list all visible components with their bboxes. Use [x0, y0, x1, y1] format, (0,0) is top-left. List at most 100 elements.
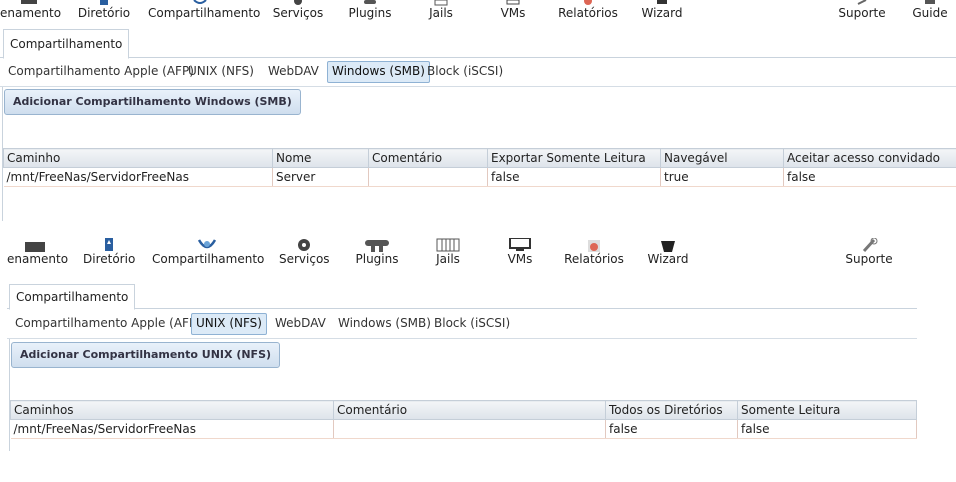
- nav-jails[interactable]: Jails: [424, 0, 458, 24]
- subtab-afp[interactable]: Compartilhamento Apple (AFP): [11, 313, 205, 333]
- nav-label: Diretório: [77, 6, 131, 20]
- subtab-iscsi[interactable]: Block (iSCSI): [430, 313, 514, 333]
- nav-diretorio[interactable]: Diretório: [76, 0, 132, 24]
- column-header[interactable]: Somente Leitura: [737, 400, 917, 420]
- wizard-icon: [646, 238, 690, 252]
- subtab-smb[interactable]: Windows (SMB): [327, 61, 430, 83]
- subtab-afp[interactable]: Compartilhamento Apple (AFP): [4, 61, 198, 81]
- cell-readonly: false: [487, 167, 661, 187]
- column-header[interactable]: Comentário: [368, 148, 488, 168]
- nav-compartilhamento[interactable]: Compartilhamento: [148, 0, 261, 24]
- nav-label: Suporte: [838, 6, 886, 20]
- cell-path: /mnt/FreeNas/ServidorFreeNas: [10, 419, 334, 439]
- add-smb-share-button[interactable]: Adicionar Compartilhamento Windows (SMB): [4, 89, 301, 115]
- subtab-nfs[interactable]: UNIX (NFS): [191, 313, 267, 335]
- services-icon: [279, 238, 329, 252]
- nfs-shares-table: Caminhos Comentário Todos os Diretórios …: [10, 400, 917, 439]
- nav-label: Diretório: [83, 252, 136, 266]
- nav-label: Plugins: [355, 252, 399, 266]
- column-header[interactable]: Comentário: [333, 400, 606, 420]
- support-icon: [843, 238, 895, 252]
- nav-diretorio[interactable]: Diretório: [83, 238, 135, 266]
- nav-guide[interactable]: Guide: [910, 0, 950, 24]
- nav-label: Wizard: [641, 6, 683, 20]
- jails-icon: [431, 238, 465, 252]
- column-header[interactable]: Nome: [272, 148, 369, 168]
- column-header[interactable]: Caminhos: [10, 400, 334, 420]
- nav-label: VMs: [507, 252, 533, 266]
- cell-name: Server: [272, 167, 369, 187]
- nav-suporte[interactable]: Suporte: [843, 238, 895, 266]
- nav-relatorios[interactable]: Relatórios: [558, 0, 618, 24]
- cell-browsable: true: [660, 167, 784, 187]
- cell-path: /mnt/FreeNas/ServidorFreeNas: [3, 167, 273, 187]
- nav-label: Plugins: [348, 6, 392, 20]
- column-header[interactable]: Caminho: [3, 148, 273, 168]
- top-navigation: enamento Diretório Compartilhamento Serv…: [0, 0, 956, 24]
- smb-shares-table: Caminho Nome Comentário Exportar Somente…: [3, 148, 956, 187]
- add-nfs-share-button[interactable]: Adicionar Compartilhamento UNIX (NFS): [11, 342, 281, 368]
- nav-plugins[interactable]: Plugins: [354, 238, 400, 266]
- tab-compartilhamento[interactable]: Compartilhamento: [9, 284, 136, 310]
- table-header-row: Caminho Nome Comentário Exportar Somente…: [3, 148, 956, 168]
- nav-compartilhamento[interactable]: Compartilhamento: [152, 238, 264, 266]
- table-row[interactable]: /mnt/FreeNas/ServidorFreeNas false false: [10, 419, 917, 439]
- subtab-nfs[interactable]: UNIX (NFS): [184, 61, 258, 81]
- cell-comment: [333, 419, 606, 439]
- nav-suporte[interactable]: Suporte: [836, 0, 888, 24]
- cell-all-dirs: false: [605, 419, 738, 439]
- nav-label: Wizard: [647, 252, 689, 266]
- subtab-smb[interactable]: Windows (SMB): [334, 313, 435, 333]
- column-header[interactable]: Aceitar acesso convidado: [783, 148, 956, 168]
- sharing-icon: [152, 238, 262, 252]
- nav-label: Relatórios: [558, 6, 618, 20]
- nav-armazenamento[interactable]: enamento: [0, 0, 62, 24]
- tab-compartilhamento[interactable]: Compartilhamento: [3, 29, 130, 59]
- column-header[interactable]: Exportar Somente Leitura: [487, 148, 661, 168]
- table-row[interactable]: /mnt/FreeNas/ServidorFreeNas Server fals…: [3, 167, 956, 187]
- directory-icon: [83, 238, 135, 252]
- nfs-sharing-panel: enamento Diretório Compartilhamento Serv…: [7, 238, 917, 452]
- table-header-row: Caminhos Comentário Todos os Diretórios …: [10, 400, 917, 420]
- reports-icon: [564, 238, 624, 252]
- sharing-subtabs: Compartilhamento Apple (AFP) UNIX (NFS) …: [7, 309, 917, 339]
- nav-vms[interactable]: VMs: [503, 238, 537, 266]
- armazenamento-icon: [7, 238, 65, 252]
- cell-comment: [368, 167, 488, 187]
- nav-wizard[interactable]: Wizard: [640, 0, 684, 24]
- nav-label: Relatórios: [564, 252, 624, 266]
- nav-label: enamento: [7, 252, 69, 266]
- nav-label: enamento: [0, 6, 62, 20]
- vms-icon: [503, 238, 537, 252]
- nav-label: Compartilhamento: [148, 6, 261, 20]
- nav-plugins[interactable]: Plugins: [346, 0, 394, 24]
- nav-label: Jails: [436, 252, 460, 266]
- nav-relatorios[interactable]: Relatórios: [564, 238, 624, 266]
- sharing-subtabs: Compartilhamento Apple (AFP) UNIX (NFS) …: [0, 57, 956, 87]
- main-tab-strip: Compartilhamento: [0, 29, 956, 59]
- subtab-iscsi[interactable]: Block (iSCSI): [423, 61, 507, 81]
- plugins-icon: [354, 238, 400, 252]
- smb-sharing-panel: enamento Diretório Compartilhamento Serv…: [0, 0, 956, 222]
- nav-label: Serviços: [272, 6, 324, 20]
- top-navigation: enamento Diretório Compartilhamento Serv…: [7, 238, 917, 274]
- subtab-webdav[interactable]: WebDAV: [264, 61, 323, 81]
- cell-guest: false: [783, 167, 956, 187]
- nav-label: Suporte: [845, 252, 893, 266]
- nav-label: Jails: [429, 6, 453, 20]
- subtab-webdav[interactable]: WebDAV: [271, 313, 330, 333]
- nav-vms[interactable]: VMs: [496, 0, 530, 24]
- nav-label: Guide: [912, 6, 948, 20]
- nav-label: VMs: [500, 6, 526, 20]
- nav-label: Compartilhamento: [152, 252, 265, 266]
- nav-wizard[interactable]: Wizard: [646, 238, 690, 266]
- nav-armazenamento[interactable]: enamento: [7, 238, 68, 266]
- nav-servicos[interactable]: Serviços: [272, 0, 324, 24]
- main-tab-strip: Compartilhamento: [7, 284, 917, 310]
- column-header[interactable]: Todos os Diretórios: [605, 400, 738, 420]
- cell-readonly: false: [737, 419, 917, 439]
- nav-label: Serviços: [279, 252, 330, 266]
- column-header[interactable]: Navegável: [660, 148, 784, 168]
- nav-servicos[interactable]: Serviços: [279, 238, 330, 266]
- nav-jails[interactable]: Jails: [431, 238, 465, 266]
